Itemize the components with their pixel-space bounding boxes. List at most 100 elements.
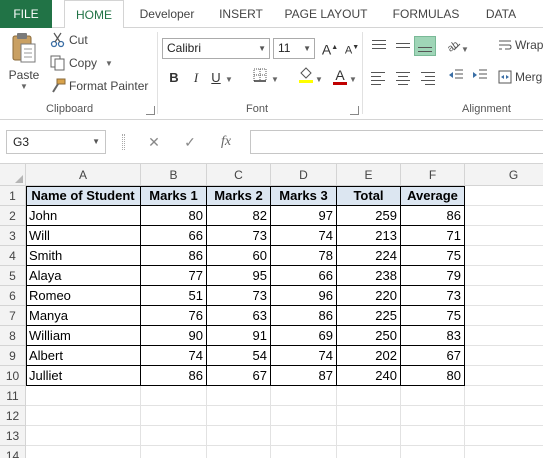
- row-header-10[interactable]: 10: [0, 366, 26, 386]
- row-header-4[interactable]: 4: [0, 246, 26, 266]
- marks-cell[interactable]: 220: [337, 286, 401, 306]
- cell[interactable]: [465, 386, 543, 406]
- decrease-indent-button[interactable]: [446, 68, 466, 88]
- column-title-cell[interactable]: Marks 3: [271, 186, 337, 206]
- column-title-cell[interactable]: Total: [337, 186, 401, 206]
- cell[interactable]: [26, 406, 141, 426]
- marks-cell[interactable]: 96: [271, 286, 337, 306]
- marks-cell[interactable]: 79: [401, 266, 465, 286]
- underline-dropdown[interactable]: ▼: [224, 68, 234, 88]
- marks-cell[interactable]: 73: [207, 286, 271, 306]
- cell[interactable]: [337, 446, 401, 458]
- marks-cell[interactable]: 91: [207, 326, 271, 346]
- column-title-cell[interactable]: Average: [401, 186, 465, 206]
- marks-cell[interactable]: 213: [337, 226, 401, 246]
- font-size-combo[interactable]: 11 ▼: [273, 38, 315, 59]
- copy-button[interactable]: Copy ▼: [50, 55, 113, 71]
- increase-indent-button[interactable]: [470, 68, 490, 88]
- cell[interactable]: [465, 306, 543, 326]
- italic-button[interactable]: I: [186, 68, 206, 88]
- marks-cell[interactable]: 90: [141, 326, 207, 346]
- cell[interactable]: [337, 426, 401, 446]
- row-header-8[interactable]: 8: [0, 326, 26, 346]
- cell[interactable]: [465, 366, 543, 386]
- cell[interactable]: [141, 386, 207, 406]
- cell[interactable]: [141, 426, 207, 446]
- cell[interactable]: [465, 246, 543, 266]
- marks-cell[interactable]: 74: [271, 226, 337, 246]
- marks-cell[interactable]: 67: [207, 366, 271, 386]
- fill-color-dropdown[interactable]: ▼: [314, 68, 324, 88]
- borders-dropdown[interactable]: ▼: [270, 68, 280, 88]
- marks-cell[interactable]: 82: [207, 206, 271, 226]
- student-name-cell[interactable]: Manya: [26, 306, 141, 326]
- marks-cell[interactable]: 86: [401, 206, 465, 226]
- cell[interactable]: [465, 346, 543, 366]
- cell[interactable]: [26, 446, 141, 458]
- insert-function-icon[interactable]: fx: [214, 130, 238, 154]
- student-name-cell[interactable]: Smith: [26, 246, 141, 266]
- marks-cell[interactable]: 75: [401, 306, 465, 326]
- marks-cell[interactable]: 66: [271, 266, 337, 286]
- marks-cell[interactable]: 95: [207, 266, 271, 286]
- font-color-button[interactable]: A: [330, 66, 350, 86]
- marks-cell[interactable]: 71: [401, 226, 465, 246]
- cell[interactable]: [465, 426, 543, 446]
- cell[interactable]: [271, 446, 337, 458]
- column-header-e[interactable]: E: [337, 164, 401, 186]
- marks-cell[interactable]: 66: [141, 226, 207, 246]
- marks-cell[interactable]: 75: [401, 246, 465, 266]
- cell[interactable]: [465, 446, 543, 458]
- bottom-align-button[interactable]: [414, 36, 436, 56]
- marks-cell[interactable]: 86: [141, 246, 207, 266]
- marks-cell[interactable]: 60: [207, 246, 271, 266]
- marks-cell[interactable]: 97: [271, 206, 337, 226]
- orientation-button[interactable]: ab ▼: [444, 36, 470, 56]
- row-header-1[interactable]: 1: [0, 186, 26, 206]
- cell[interactable]: [207, 386, 271, 406]
- cell[interactable]: [207, 446, 271, 458]
- cell[interactable]: [141, 406, 207, 426]
- column-header-f[interactable]: F: [401, 164, 465, 186]
- marks-cell[interactable]: 202: [337, 346, 401, 366]
- marks-cell[interactable]: 69: [271, 326, 337, 346]
- student-name-cell[interactable]: Will: [26, 226, 141, 246]
- tab-developer[interactable]: Developer: [132, 0, 202, 28]
- row-header-12[interactable]: 12: [0, 406, 26, 426]
- grow-font-button[interactable]: A▲: [320, 38, 340, 58]
- tab-home[interactable]: HOME: [64, 0, 124, 29]
- marks-cell[interactable]: 73: [207, 226, 271, 246]
- marks-cell[interactable]: 63: [207, 306, 271, 326]
- marks-cell[interactable]: 240: [337, 366, 401, 386]
- marks-cell[interactable]: 224: [337, 246, 401, 266]
- cell[interactable]: [465, 326, 543, 346]
- merge-center-button[interactable]: Merg: [498, 70, 542, 84]
- row-header-7[interactable]: 7: [0, 306, 26, 326]
- column-title-cell[interactable]: Marks 1: [141, 186, 207, 206]
- tab-page-layout[interactable]: PAGE LAYOUT: [280, 0, 372, 28]
- marks-cell[interactable]: 77: [141, 266, 207, 286]
- marks-cell[interactable]: 74: [141, 346, 207, 366]
- cell[interactable]: [26, 426, 141, 446]
- paste-button[interactable]: Paste ▼: [6, 32, 42, 98]
- cell[interactable]: [401, 446, 465, 458]
- cell[interactable]: [465, 286, 543, 306]
- student-name-cell[interactable]: William: [26, 326, 141, 346]
- row-header-13[interactable]: 13: [0, 426, 26, 446]
- marks-cell[interactable]: 259: [337, 206, 401, 226]
- marks-cell[interactable]: 78: [271, 246, 337, 266]
- confirm-entry-icon[interactable]: ✓: [178, 130, 202, 154]
- row-header-3[interactable]: 3: [0, 226, 26, 246]
- clipboard-dialog-launcher[interactable]: [146, 106, 155, 115]
- cell[interactable]: [401, 406, 465, 426]
- cell[interactable]: [271, 406, 337, 426]
- bold-button[interactable]: B: [164, 68, 184, 88]
- marks-cell[interactable]: 80: [141, 206, 207, 226]
- cell[interactable]: [465, 406, 543, 426]
- row-header-2[interactable]: 2: [0, 206, 26, 226]
- cell[interactable]: [337, 406, 401, 426]
- cell[interactable]: [337, 386, 401, 406]
- cell[interactable]: [271, 386, 337, 406]
- select-all-button[interactable]: [0, 164, 26, 186]
- marks-cell[interactable]: 250: [337, 326, 401, 346]
